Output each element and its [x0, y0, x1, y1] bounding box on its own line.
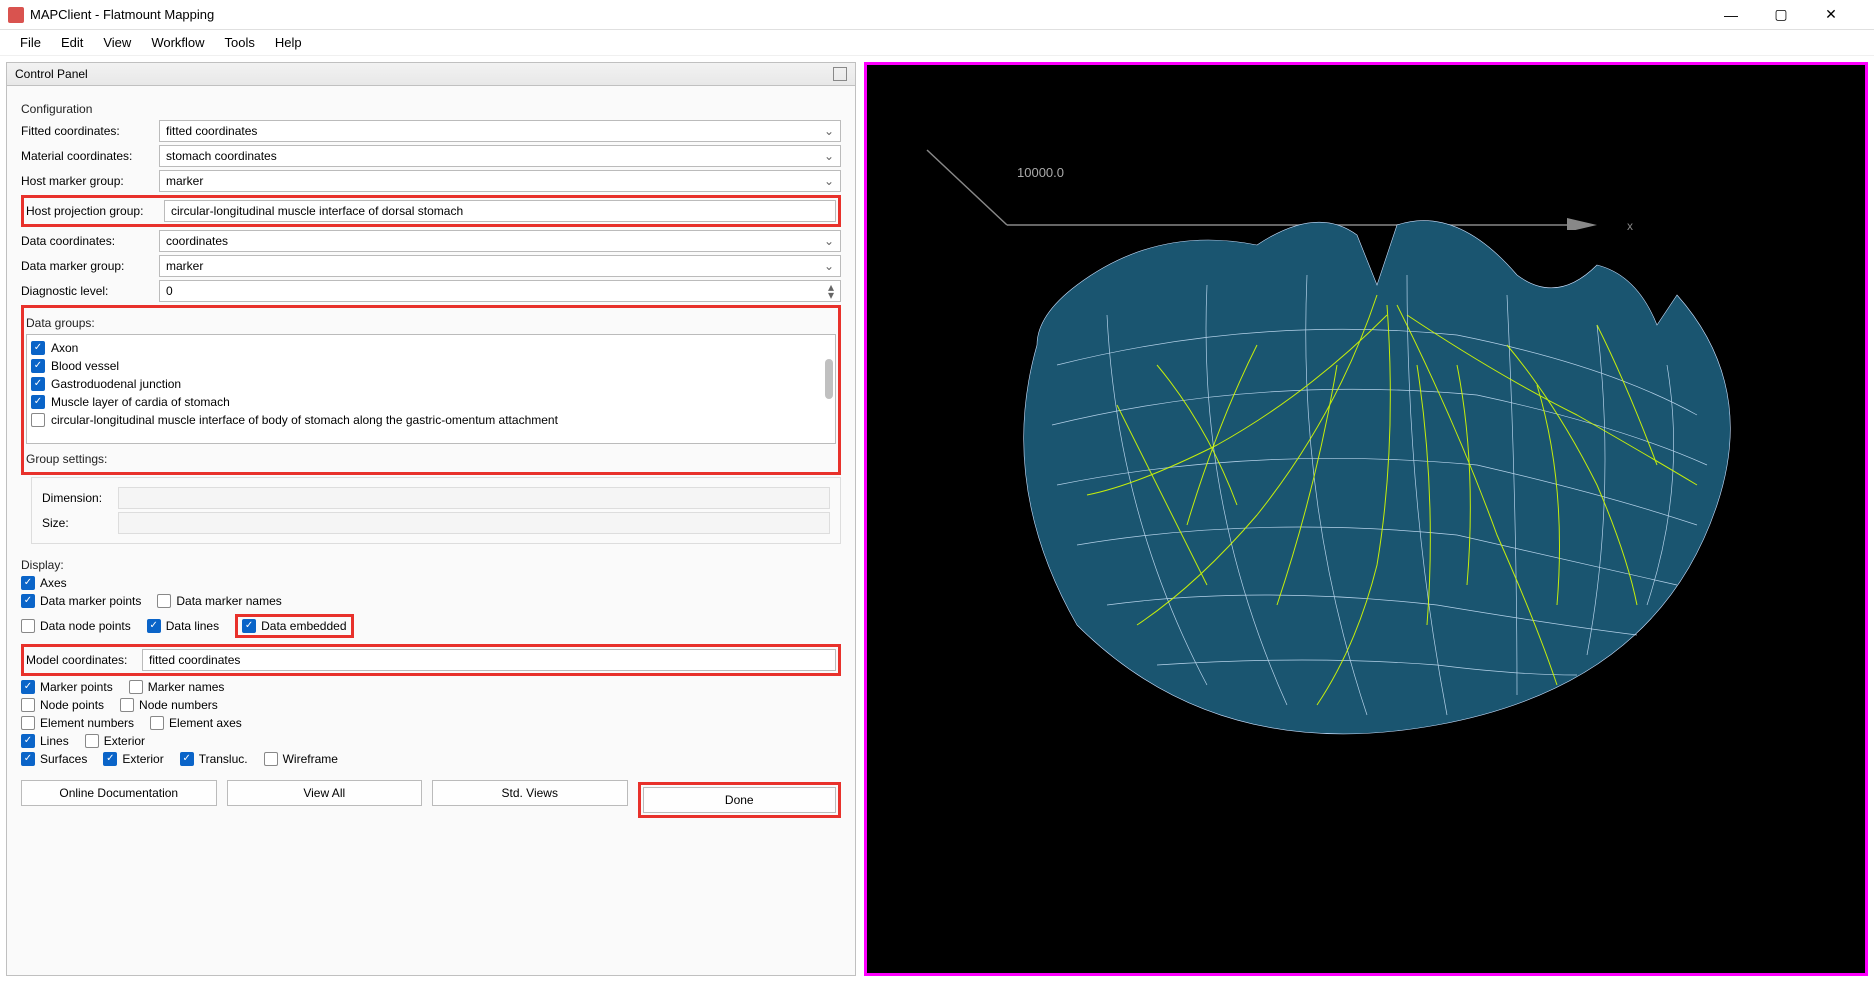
close-button[interactable]: ✕: [1816, 5, 1846, 25]
dock-icon[interactable]: [833, 67, 847, 81]
list-item[interactable]: Blood vessel: [31, 357, 831, 375]
marker-names-checkbox[interactable]: [129, 680, 143, 694]
size-field[interactable]: [118, 512, 830, 534]
window-title: MAPClient - Flatmount Mapping: [30, 7, 1716, 22]
data-groups-list[interactable]: Axon Blood vessel Gastroduodenal junctio…: [26, 334, 836, 444]
marker-points-checkbox[interactable]: [21, 680, 35, 694]
material-coords-row: Material coordinates: stomach coordinate…: [21, 145, 841, 167]
lines-checkbox[interactable]: [21, 734, 35, 748]
checkbox[interactable]: [31, 395, 45, 409]
menu-file[interactable]: File: [10, 35, 51, 50]
group-settings-label: Group settings:: [26, 452, 836, 466]
maximize-button[interactable]: ▢: [1766, 5, 1796, 25]
done-button[interactable]: Done: [643, 787, 837, 813]
list-item[interactable]: Axon: [31, 339, 831, 357]
window-titlebar: MAPClient - Flatmount Mapping — ▢ ✕: [0, 0, 1874, 30]
stomach-model: [957, 165, 1757, 785]
group-settings-box: Dimension: Size:: [31, 477, 841, 544]
checkbox[interactable]: [31, 359, 45, 373]
node-numbers-checkbox[interactable]: [120, 698, 134, 712]
scrollbar-thumb[interactable]: [825, 359, 833, 399]
fitted-coords-select[interactable]: fitted coordinates: [159, 120, 841, 142]
panel-title: Control Panel: [15, 67, 88, 81]
list-item[interactable]: Gastroduodenal junction: [31, 375, 831, 393]
data-marker-label: Data marker group:: [21, 259, 153, 273]
data-coords-label: Data coordinates:: [21, 234, 153, 248]
element-numbers-checkbox[interactable]: [21, 716, 35, 730]
menu-view[interactable]: View: [93, 35, 141, 50]
host-projection-highlight: Host projection group: circular-longitud…: [21, 195, 841, 227]
list-item[interactable]: Muscle layer of cardia of stomach: [31, 393, 831, 411]
model-coords-label: Model coordinates:: [26, 653, 136, 667]
checkbox[interactable]: [31, 377, 45, 391]
diagnostic-label: Diagnostic level:: [21, 284, 153, 298]
data-node-points-checkbox[interactable]: [21, 619, 35, 633]
data-marker-names-checkbox[interactable]: [157, 594, 171, 608]
window-controls: — ▢ ✕: [1716, 5, 1866, 25]
std-views-button[interactable]: Std. Views: [432, 780, 628, 806]
material-coords-select[interactable]: stomach coordinates: [159, 145, 841, 167]
configuration-label: Configuration: [21, 102, 841, 116]
element-axes-checkbox[interactable]: [150, 716, 164, 730]
material-coords-label: Material coordinates:: [21, 149, 153, 163]
data-coords-row: Data coordinates: coordinates: [21, 230, 841, 252]
model-coords-highlight: Model coordinates: fitted coordinates: [21, 644, 841, 676]
control-panel: Control Panel Configuration Fitted coord…: [6, 62, 856, 976]
data-marker-select[interactable]: marker: [159, 255, 841, 277]
checkbox[interactable]: [31, 413, 45, 427]
host-marker-select[interactable]: marker: [159, 170, 841, 192]
dimension-label: Dimension:: [42, 491, 112, 505]
host-marker-label: Host marker group:: [21, 174, 153, 188]
wireframe-checkbox[interactable]: [264, 752, 278, 766]
fitted-coords-label: Fitted coordinates:: [21, 124, 153, 138]
checkbox[interactable]: [31, 341, 45, 355]
online-docs-button[interactable]: Online Documentation: [21, 780, 217, 806]
diagnostic-row: Diagnostic level: 0 ▴▾: [21, 280, 841, 302]
diagnostic-spinner[interactable]: 0 ▴▾: [159, 280, 841, 302]
exterior1-checkbox[interactable]: [85, 734, 99, 748]
menu-edit[interactable]: Edit: [51, 35, 93, 50]
axes-label: Axes: [40, 576, 67, 590]
data-groups-label: Data groups:: [26, 316, 836, 330]
size-label: Size:: [42, 516, 112, 530]
menu-tools[interactable]: Tools: [215, 35, 265, 50]
exterior2-checkbox[interactable]: [103, 752, 117, 766]
list-item[interactable]: circular-longitudinal muscle interface o…: [31, 411, 831, 429]
panel-header: Control Panel: [7, 63, 855, 86]
dimension-field[interactable]: [118, 487, 830, 509]
view-all-button[interactable]: View All: [227, 780, 423, 806]
data-marker-row: Data marker group: marker: [21, 255, 841, 277]
transluc-checkbox[interactable]: [180, 752, 194, 766]
model-coords-select[interactable]: fitted coordinates: [142, 649, 836, 671]
data-lines-checkbox[interactable]: [147, 619, 161, 633]
menu-help[interactable]: Help: [265, 35, 312, 50]
data-groups-highlight: Data groups: Axon Blood vessel Gastroduo…: [21, 305, 841, 475]
host-marker-row: Host marker group: marker: [21, 170, 841, 192]
display-label: Display:: [21, 558, 841, 572]
host-projection-select[interactable]: circular-longitudinal muscle interface o…: [164, 200, 836, 222]
surfaces-checkbox[interactable]: [21, 752, 35, 766]
data-marker-points-checkbox[interactable]: [21, 594, 35, 608]
viewport-3d[interactable]: x 10000.0: [864, 62, 1868, 976]
menubar: File Edit View Workflow Tools Help: [0, 30, 1874, 56]
menu-workflow[interactable]: Workflow: [141, 35, 214, 50]
app-icon: [8, 7, 24, 23]
minimize-button[interactable]: —: [1716, 5, 1746, 25]
node-points-checkbox[interactable]: [21, 698, 35, 712]
data-coords-select[interactable]: coordinates: [159, 230, 841, 252]
data-embedded-checkbox[interactable]: [242, 619, 256, 633]
axes-checkbox[interactable]: [21, 576, 35, 590]
spin-down-icon[interactable]: ▾: [828, 291, 834, 299]
fitted-coords-row: Fitted coordinates: fitted coordinates: [21, 120, 841, 142]
host-projection-label: Host projection group:: [26, 204, 158, 218]
